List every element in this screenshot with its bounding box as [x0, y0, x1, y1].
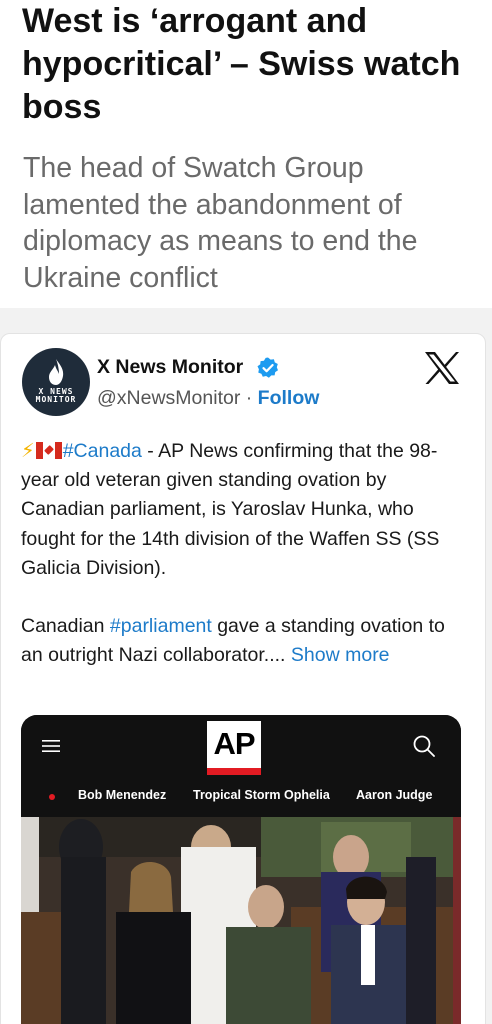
lightning-icon: ⚡ — [21, 440, 35, 462]
canada-flag-icon — [35, 442, 62, 459]
follow-button[interactable]: Follow — [258, 387, 320, 409]
article-header: West is ‘arrogant and hypocritical’ – Sw… — [0, 0, 492, 308]
avatar[interactable]: X NEWS MONITOR — [22, 348, 90, 416]
ap-logo-text: AP — [213, 726, 255, 761]
flame-icon — [49, 359, 64, 385]
search-icon — [413, 735, 435, 757]
verified-badge-icon — [257, 357, 278, 378]
article-subheadline: The head of Swatch Group lamented the ab… — [23, 152, 418, 294]
avatar-label: X NEWS MONITOR — [35, 387, 77, 404]
author-name[interactable]: X News Monitor — [97, 356, 243, 379]
hashtag-parliament[interactable]: #parliament — [110, 615, 212, 637]
live-dot — [49, 794, 55, 800]
tweet-text: Canadian — [21, 615, 110, 638]
hashtag-canada[interactable]: #Canada — [63, 440, 142, 462]
ap-logo: AP — [207, 721, 261, 775]
tweet-body: ⚡ #Canada - AP News confirming that the 9… — [21, 437, 471, 671]
handle-separator: · — [240, 387, 258, 409]
trending-item: Bob Menendez — [78, 788, 167, 802]
tweet-media-image[interactable]: AP Bob Menendez Tropical Storm Ophelia A… — [21, 715, 461, 1024]
author-handle-row: @xNewsMonitor · Follow — [97, 387, 319, 410]
menu-icon — [42, 740, 60, 752]
trending-item: Tropical Storm Ophelia — [193, 788, 330, 802]
parliament-photo — [21, 817, 461, 1024]
trending-item: Aaron Judge — [356, 788, 433, 802]
x-logo-icon[interactable] — [424, 351, 460, 385]
tweet-paragraph: ⚡ #Canada - AP News confirming that the 9… — [21, 437, 471, 583]
article-headline[interactable]: West is ‘arrogant and hypocritical’ – Sw… — [22, 0, 482, 129]
ap-header: AP Bob Menendez Tropical Storm Ophelia A… — [21, 715, 461, 817]
ap-logo-bar — [207, 768, 261, 775]
tweet-paragraph: Canadian #parliament gave a standing ova… — [21, 612, 471, 670]
author-handle[interactable]: @xNewsMonitor — [97, 387, 240, 409]
show-more-link[interactable]: Show more — [291, 644, 390, 666]
